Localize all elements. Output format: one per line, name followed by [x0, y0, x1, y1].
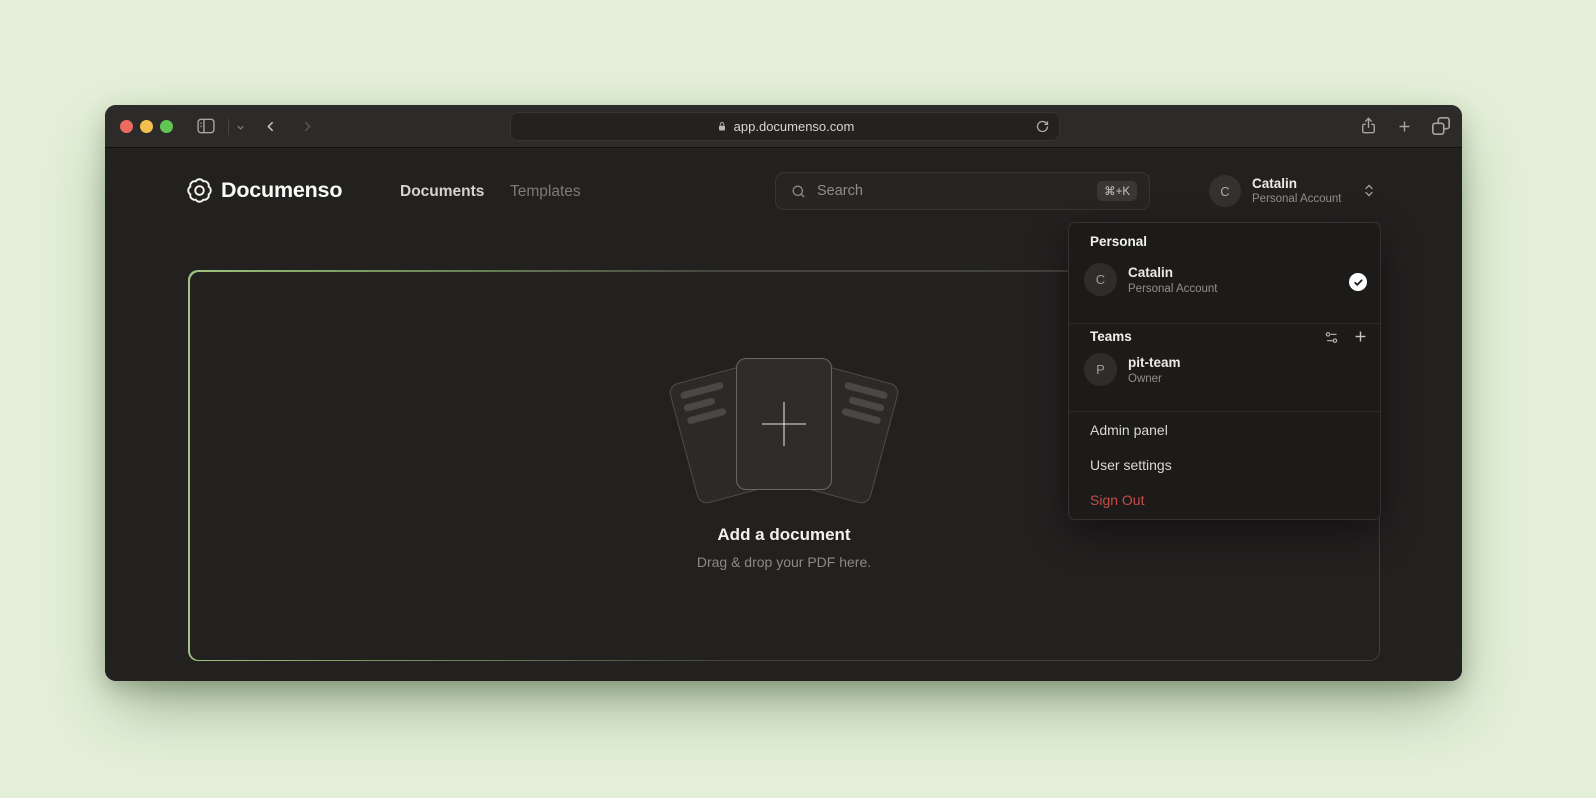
avatar: C: [1084, 263, 1117, 296]
brand-name: Documenso: [221, 178, 342, 203]
document-card-center: [736, 358, 832, 490]
tab-overview-icon[interactable]: [1431, 116, 1451, 136]
browser-toolbar: app.documenso.com: [105, 105, 1462, 148]
dropzone-title: Add a document: [190, 525, 1379, 545]
search-input[interactable]: [817, 183, 1087, 199]
document-stack-icon: [664, 356, 904, 506]
text-line: [680, 381, 724, 399]
share-icon[interactable]: [1359, 114, 1378, 137]
brand-logo[interactable]: Documenso: [186, 177, 342, 204]
search-bar[interactable]: ⌘+K: [775, 172, 1150, 210]
chevron-down-icon[interactable]: [235, 122, 246, 133]
menu-divider: [1069, 411, 1380, 412]
add-team-icon[interactable]: [1352, 328, 1369, 345]
window-close-button[interactable]: [120, 120, 133, 133]
menu-item-user-settings[interactable]: User settings: [1090, 457, 1172, 473]
team-role: Owner: [1128, 373, 1162, 385]
personal-account-item[interactable]: Catalin: [1128, 265, 1173, 280]
back-button-icon[interactable]: [262, 118, 279, 135]
url-text: app.documenso.com: [734, 119, 855, 134]
window-minimize-button[interactable]: [140, 120, 153, 133]
toolbar-divider: [228, 119, 229, 135]
plus-icon: [760, 400, 808, 448]
account-subtitle: Personal Account: [1252, 193, 1342, 205]
nav-tab-templates[interactable]: Templates: [510, 183, 581, 201]
personal-account-subtitle: Personal Account: [1128, 283, 1218, 295]
menu-divider: [1069, 323, 1380, 324]
address-bar[interactable]: app.documenso.com: [510, 112, 1060, 141]
account-dropdown-menu: Personal C Catalin Personal Account Team…: [1068, 222, 1381, 520]
text-line: [683, 397, 716, 412]
app-content: Documenso Documents Templates ⌘+K C Cata…: [105, 149, 1462, 681]
account-name: Catalin: [1252, 176, 1297, 191]
menu-item-admin-panel[interactable]: Admin panel: [1090, 422, 1168, 438]
sidebar-toggle-icon[interactable]: [195, 116, 217, 136]
search-shortcut-badge: ⌘+K: [1097, 181, 1137, 201]
selected-check-icon: [1349, 273, 1367, 291]
browser-window: app.documenso.com: [105, 105, 1462, 681]
reload-icon[interactable]: [1035, 119, 1050, 137]
section-label-personal: Personal: [1090, 234, 1147, 249]
documenso-badge-icon: [186, 177, 213, 204]
forward-button-icon[interactable]: [299, 118, 316, 135]
manage-teams-icon[interactable]: [1324, 330, 1339, 345]
team-item[interactable]: pit-team: [1128, 355, 1181, 370]
chevrons-up-down-icon[interactable]: [1361, 181, 1377, 205]
section-label-teams: Teams: [1090, 329, 1132, 344]
new-tab-icon[interactable]: [1396, 118, 1413, 135]
lock-icon: [716, 120, 728, 133]
avatar: C: [1209, 175, 1241, 207]
avatar: P: [1084, 353, 1117, 386]
nav-tab-documents[interactable]: Documents: [400, 183, 484, 201]
dropzone-subtitle: Drag & drop your PDF here.: [190, 554, 1379, 570]
account-menu-trigger[interactable]: C: [1209, 175, 1241, 207]
menu-item-sign-out[interactable]: Sign Out: [1090, 492, 1144, 508]
search-icon: [790, 183, 807, 200]
window-zoom-button[interactable]: [160, 120, 173, 133]
